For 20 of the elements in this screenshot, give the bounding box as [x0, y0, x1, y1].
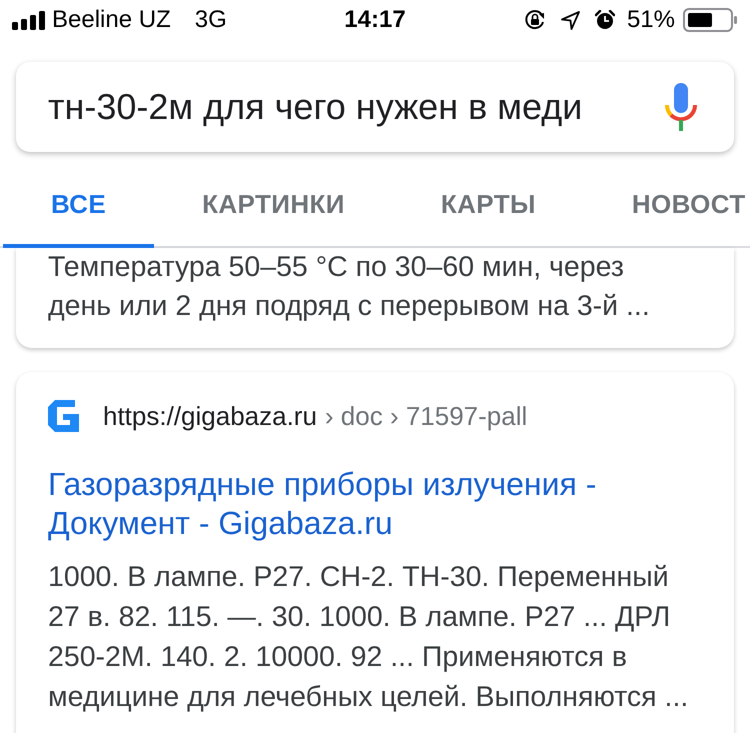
signal-icon	[12, 10, 45, 30]
carrier-name: Beeline UZ	[52, 5, 171, 35]
battery-percent: 51%	[626, 5, 675, 35]
microphone-icon[interactable]	[664, 83, 698, 131]
clock-time: 14:17	[344, 5, 406, 35]
battery-icon	[683, 8, 738, 32]
tab[interactable]: НОВОСТ	[584, 164, 746, 248]
search-field[interactable]: тн-30-2м для чего нужен в меди	[48, 82, 664, 132]
network-type: 3G	[194, 5, 227, 35]
location-arrow-icon	[560, 10, 580, 30]
result-snippet: Температура 50–55 °C по 30–60 мин, через день или 2 дня подряд с перерывом на 3-й ...	[48, 250, 651, 324]
rotation-lock-icon	[524, 9, 546, 31]
tab[interactable]: КАРТЫ	[392, 164, 584, 248]
site-logo-icon	[48, 400, 79, 432]
result-breadcrumb: › doc › 71597-pall	[324, 400, 528, 432]
result-snippet: 1000. В лампе. Р27. СН-2. ТН-30. Переменный 27 в. 82. 115. —. 30. 1000. В лампе. Р27 ... ДРЛ 250-2М. 140. 2. 10000. 92 ... Применяются в медицине для лечебных целей. Выполняются ...	[48, 560, 690, 715]
alarm-clock-icon	[594, 10, 615, 30]
result-title-link[interactable]: Газоразрядные приборы излучения - Документ - Gigabaza.ru	[48, 465, 708, 543]
result-url: https://gigabaza.ru	[103, 400, 317, 432]
tab[interactable]: КАРТИНКИ	[154, 164, 393, 248]
